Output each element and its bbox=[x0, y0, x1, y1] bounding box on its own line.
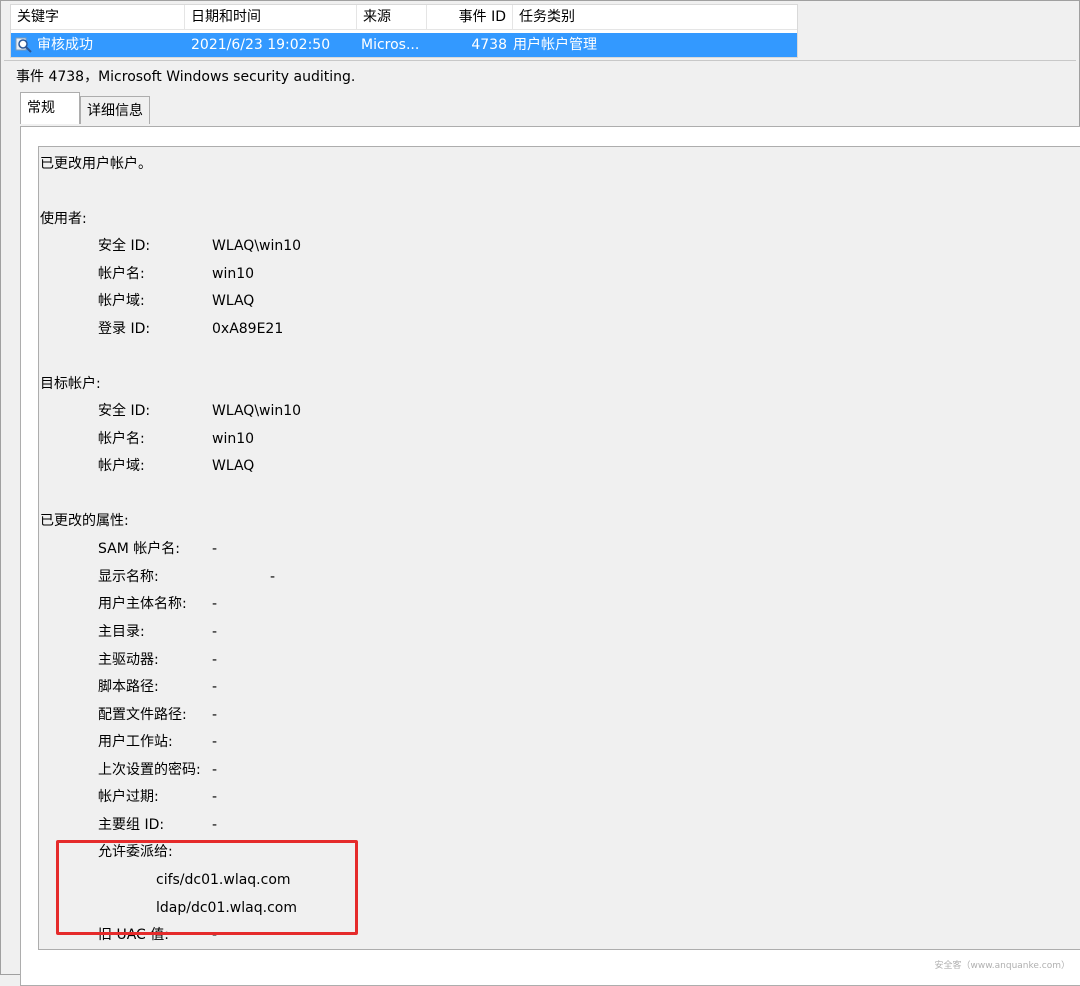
key-search-icon bbox=[15, 37, 32, 53]
event-list[interactable]: 关键字 日期和时间 来源 事件 ID 任务类别 审核成功 2021/6/23 1… bbox=[10, 4, 798, 58]
field-value: - bbox=[212, 541, 218, 557]
intro-text: 已更改用户帐户。 bbox=[40, 156, 152, 172]
field-value: 0xA89E21 bbox=[212, 321, 284, 337]
field-value: - bbox=[212, 624, 218, 640]
field-label: 上次设置的密码: bbox=[98, 762, 201, 778]
row-source: Micros... bbox=[361, 37, 420, 53]
subject-heading: 使用者: bbox=[40, 211, 87, 227]
field-label: 安全 ID: bbox=[98, 403, 151, 419]
field-value: - bbox=[212, 789, 218, 805]
tab-details[interactable]: 详细信息 bbox=[80, 96, 150, 124]
column-header-category[interactable]: 任务类别 bbox=[513, 5, 797, 29]
field-label: 显示名称: bbox=[98, 569, 159, 585]
field-label: 主目录: bbox=[98, 624, 145, 640]
row-category: 用户帐户管理 bbox=[513, 37, 597, 53]
field-value: WLAQ\win10 bbox=[212, 238, 302, 254]
field-label: SAM 帐户名: bbox=[98, 541, 180, 557]
field-value: WLAQ bbox=[212, 293, 255, 309]
field-label: 帐户域: bbox=[98, 293, 145, 309]
row-keyword: 审核成功 bbox=[37, 37, 93, 53]
row-event-id: 4738 bbox=[471, 37, 507, 53]
field-label: 主驱动器: bbox=[98, 652, 159, 668]
column-header-source[interactable]: 来源 bbox=[357, 5, 427, 29]
field-value: - bbox=[212, 596, 218, 612]
changed-heading: 已更改的属性: bbox=[40, 513, 129, 529]
field-value: - bbox=[212, 707, 218, 723]
field-label: 配置文件路径: bbox=[98, 707, 187, 723]
field-label: 安全 ID: bbox=[98, 238, 151, 254]
field-value: WLAQ\win10 bbox=[212, 403, 302, 419]
event-title: 事件 4738，Microsoft Windows security audit… bbox=[16, 69, 356, 85]
watermark-text: 安全客（www.anquanke.com） bbox=[934, 961, 1070, 971]
field-label: 主要组 ID: bbox=[98, 817, 165, 833]
field-value: - bbox=[270, 569, 276, 585]
target-heading: 目标帐户: bbox=[40, 376, 101, 392]
field-value: - bbox=[212, 734, 218, 750]
field-label: 帐户域: bbox=[98, 458, 145, 474]
column-header-datetime[interactable]: 日期和时间 bbox=[185, 5, 357, 29]
field-value: - bbox=[212, 762, 218, 778]
pane-divider[interactable] bbox=[4, 60, 1076, 61]
field-value: win10 bbox=[212, 266, 255, 282]
event-description[interactable] bbox=[38, 146, 1080, 950]
row-datetime: 2021/6/23 19:02:50 bbox=[191, 37, 331, 53]
field-value: win10 bbox=[212, 431, 255, 447]
field-value: - bbox=[212, 817, 218, 833]
field-value: - bbox=[212, 652, 218, 668]
field-label: 帐户名: bbox=[98, 431, 145, 447]
field-label: 帐户名: bbox=[98, 266, 145, 282]
field-value: WLAQ bbox=[212, 458, 255, 474]
list-header: 关键字 日期和时间 来源 事件 ID 任务类别 bbox=[11, 5, 797, 30]
field-label: 用户主体名称: bbox=[98, 596, 187, 612]
column-header-event-id[interactable]: 事件 ID bbox=[427, 5, 513, 29]
field-value: - bbox=[212, 679, 218, 695]
column-header-keyword[interactable]: 关键字 bbox=[11, 5, 185, 29]
tab-general[interactable]: 常规 bbox=[20, 92, 80, 124]
field-label: 脚本路径: bbox=[98, 679, 159, 695]
field-label: 登录 ID: bbox=[98, 321, 151, 337]
table-row[interactable]: 审核成功 2021/6/23 19:02:50 Micros... 4738 用… bbox=[11, 33, 797, 57]
field-label: 帐户过期: bbox=[98, 789, 159, 805]
highlight-annotation bbox=[56, 840, 358, 935]
field-label: 用户工作站: bbox=[98, 734, 173, 750]
